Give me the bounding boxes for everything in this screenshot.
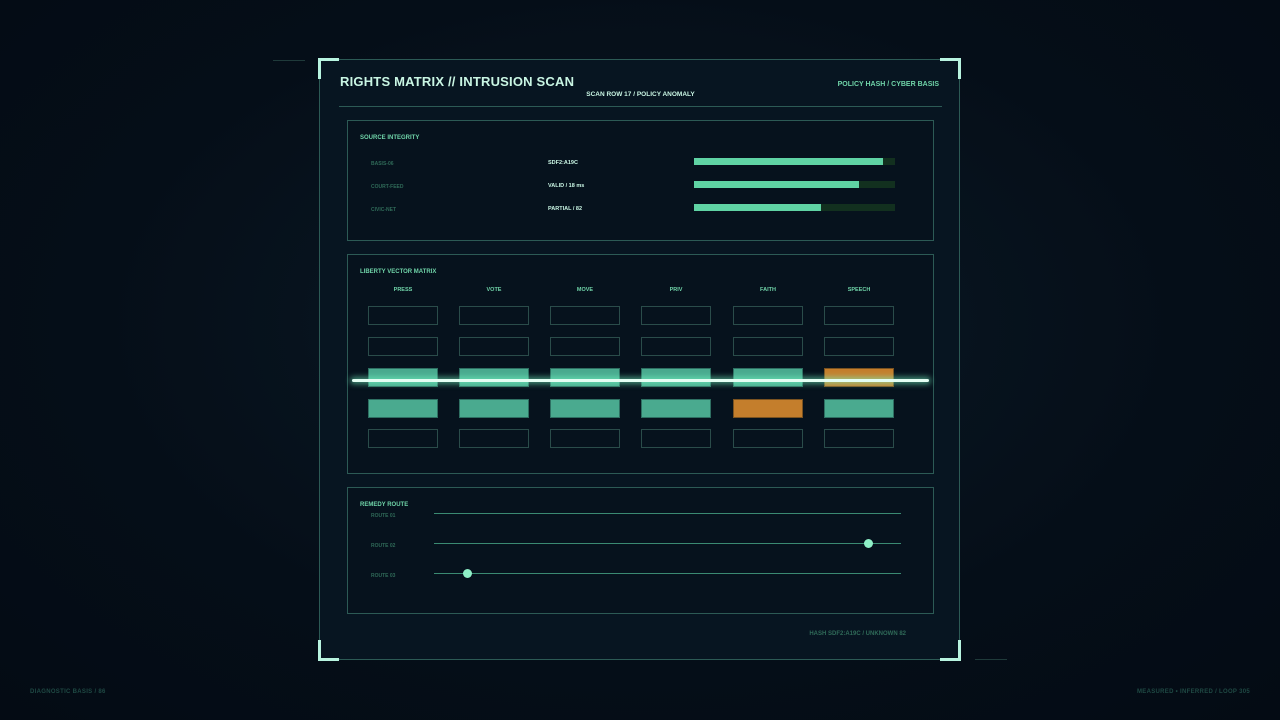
integrity-bar-fill	[694, 181, 859, 188]
policy-label: POLICY HASH / CYBER BASIS	[837, 81, 939, 88]
matrix-cell[interactable]	[733, 429, 803, 448]
decor-line-right	[975, 659, 1007, 660]
matrix-cell[interactable]	[733, 337, 803, 356]
route-label: ROUTE 02	[371, 543, 396, 549]
matrix-title: LIBERTY VECTOR MATRIX	[360, 269, 437, 275]
matrix-cell[interactable]	[824, 399, 894, 418]
integrity-bar-fill	[694, 158, 883, 165]
footer-left: DIAGNOSTIC BASIS / 86	[30, 689, 106, 695]
source-label: COURT-FEED	[371, 184, 404, 190]
matrix-cell[interactable]	[459, 399, 529, 418]
frame-corner	[940, 640, 961, 661]
decor-line-left	[273, 60, 305, 61]
scan-line	[352, 379, 929, 382]
integrity-bar	[694, 158, 895, 165]
route-label: ROUTE 01	[371, 513, 396, 519]
page-title: RIGHTS MATRIX // INTRUSION SCAN	[340, 74, 575, 89]
route-slider-handle[interactable]	[462, 569, 472, 578]
remedy-title: REMEDY ROUTE	[360, 502, 409, 508]
integrity-bar-fill	[694, 204, 821, 211]
source-value: SDF2:A19C	[548, 160, 578, 166]
source-value: PARTIAL / 82	[548, 206, 583, 212]
matrix-cell[interactable]	[368, 399, 438, 418]
header-divider	[339, 106, 942, 107]
matrix-cell[interactable]	[459, 368, 529, 387]
source-integrity-title: SOURCE INTEGRITY	[360, 135, 420, 141]
frame-corner	[940, 58, 961, 79]
matrix-column-vote: VOTE	[486, 287, 502, 293]
matrix-cell[interactable]	[550, 368, 620, 387]
matrix-cell[interactable]	[641, 306, 711, 325]
route-slider[interactable]	[434, 569, 901, 578]
matrix-cell[interactable]	[733, 306, 803, 325]
matrix-column-move: MOVE	[576, 287, 594, 293]
matrix-column-press: PRESS	[393, 287, 413, 293]
frame-corner	[318, 640, 339, 661]
hash-readout: HASH SDF2:A19C / UNKNOWN 82	[809, 631, 906, 637]
remedy-route-panel: REMEDY ROUTE ROUTE 01 ROUTE 02 ROUTE 03	[347, 487, 934, 614]
matrix-cell[interactable]	[368, 306, 438, 325]
matrix-cell[interactable]	[641, 429, 711, 448]
matrix-cell[interactable]	[824, 306, 894, 325]
page-subtitle: SCAN ROW 17 / POLICY ANOMALY	[586, 91, 695, 98]
matrix-column-priv: PRIV	[669, 287, 683, 293]
matrix-cell[interactable]	[824, 337, 894, 356]
matrix-column-speech: SPEECH	[847, 287, 871, 293]
matrix-cell[interactable]	[368, 337, 438, 356]
integrity-bar	[694, 204, 895, 211]
matrix-cell[interactable]	[550, 306, 620, 325]
matrix-cell[interactable]	[824, 368, 894, 387]
matrix-cell[interactable]	[459, 337, 529, 356]
matrix-cell[interactable]	[368, 429, 438, 448]
source-label: BASIS-06	[371, 161, 394, 167]
matrix-cell[interactable]	[641, 368, 711, 387]
route-label: ROUTE 03	[371, 573, 396, 579]
matrix-cell[interactable]	[459, 429, 529, 448]
matrix-cell[interactable]	[459, 306, 529, 325]
route-slider-handle[interactable]	[864, 539, 874, 548]
matrix-cell[interactable]	[550, 337, 620, 356]
matrix-column-faith: FAITH	[760, 287, 776, 293]
matrix-cell[interactable]	[641, 399, 711, 418]
source-integrity-panel: SOURCE INTEGRITY BASIS-06 SDF2:A19C COUR…	[347, 120, 934, 241]
matrix-cell[interactable]	[733, 399, 803, 418]
matrix-cell[interactable]	[550, 429, 620, 448]
source-value: VALID / 18 ms	[548, 183, 585, 189]
matrix-cell[interactable]	[550, 399, 620, 418]
footer-right: MEASURED • INFERRED / LOOP 305	[1136, 689, 1250, 695]
route-slider[interactable]	[434, 513, 901, 514]
integrity-bar	[694, 181, 895, 188]
matrix-cell[interactable]	[368, 368, 438, 387]
liberty-matrix-panel: LIBERTY VECTOR MATRIX PRESS VOTE MOVE PRIV F…	[347, 254, 934, 474]
main-frame: RIGHTS MATRIX // INTRUSION SCAN SCAN ROW…	[318, 58, 961, 661]
frame-corner	[318, 58, 339, 79]
source-label: CIVIC-NET	[371, 207, 396, 213]
matrix-cell[interactable]	[733, 368, 803, 387]
matrix-cell[interactable]	[641, 337, 711, 356]
matrix-cell[interactable]	[824, 429, 894, 448]
route-slider[interactable]	[434, 539, 901, 548]
